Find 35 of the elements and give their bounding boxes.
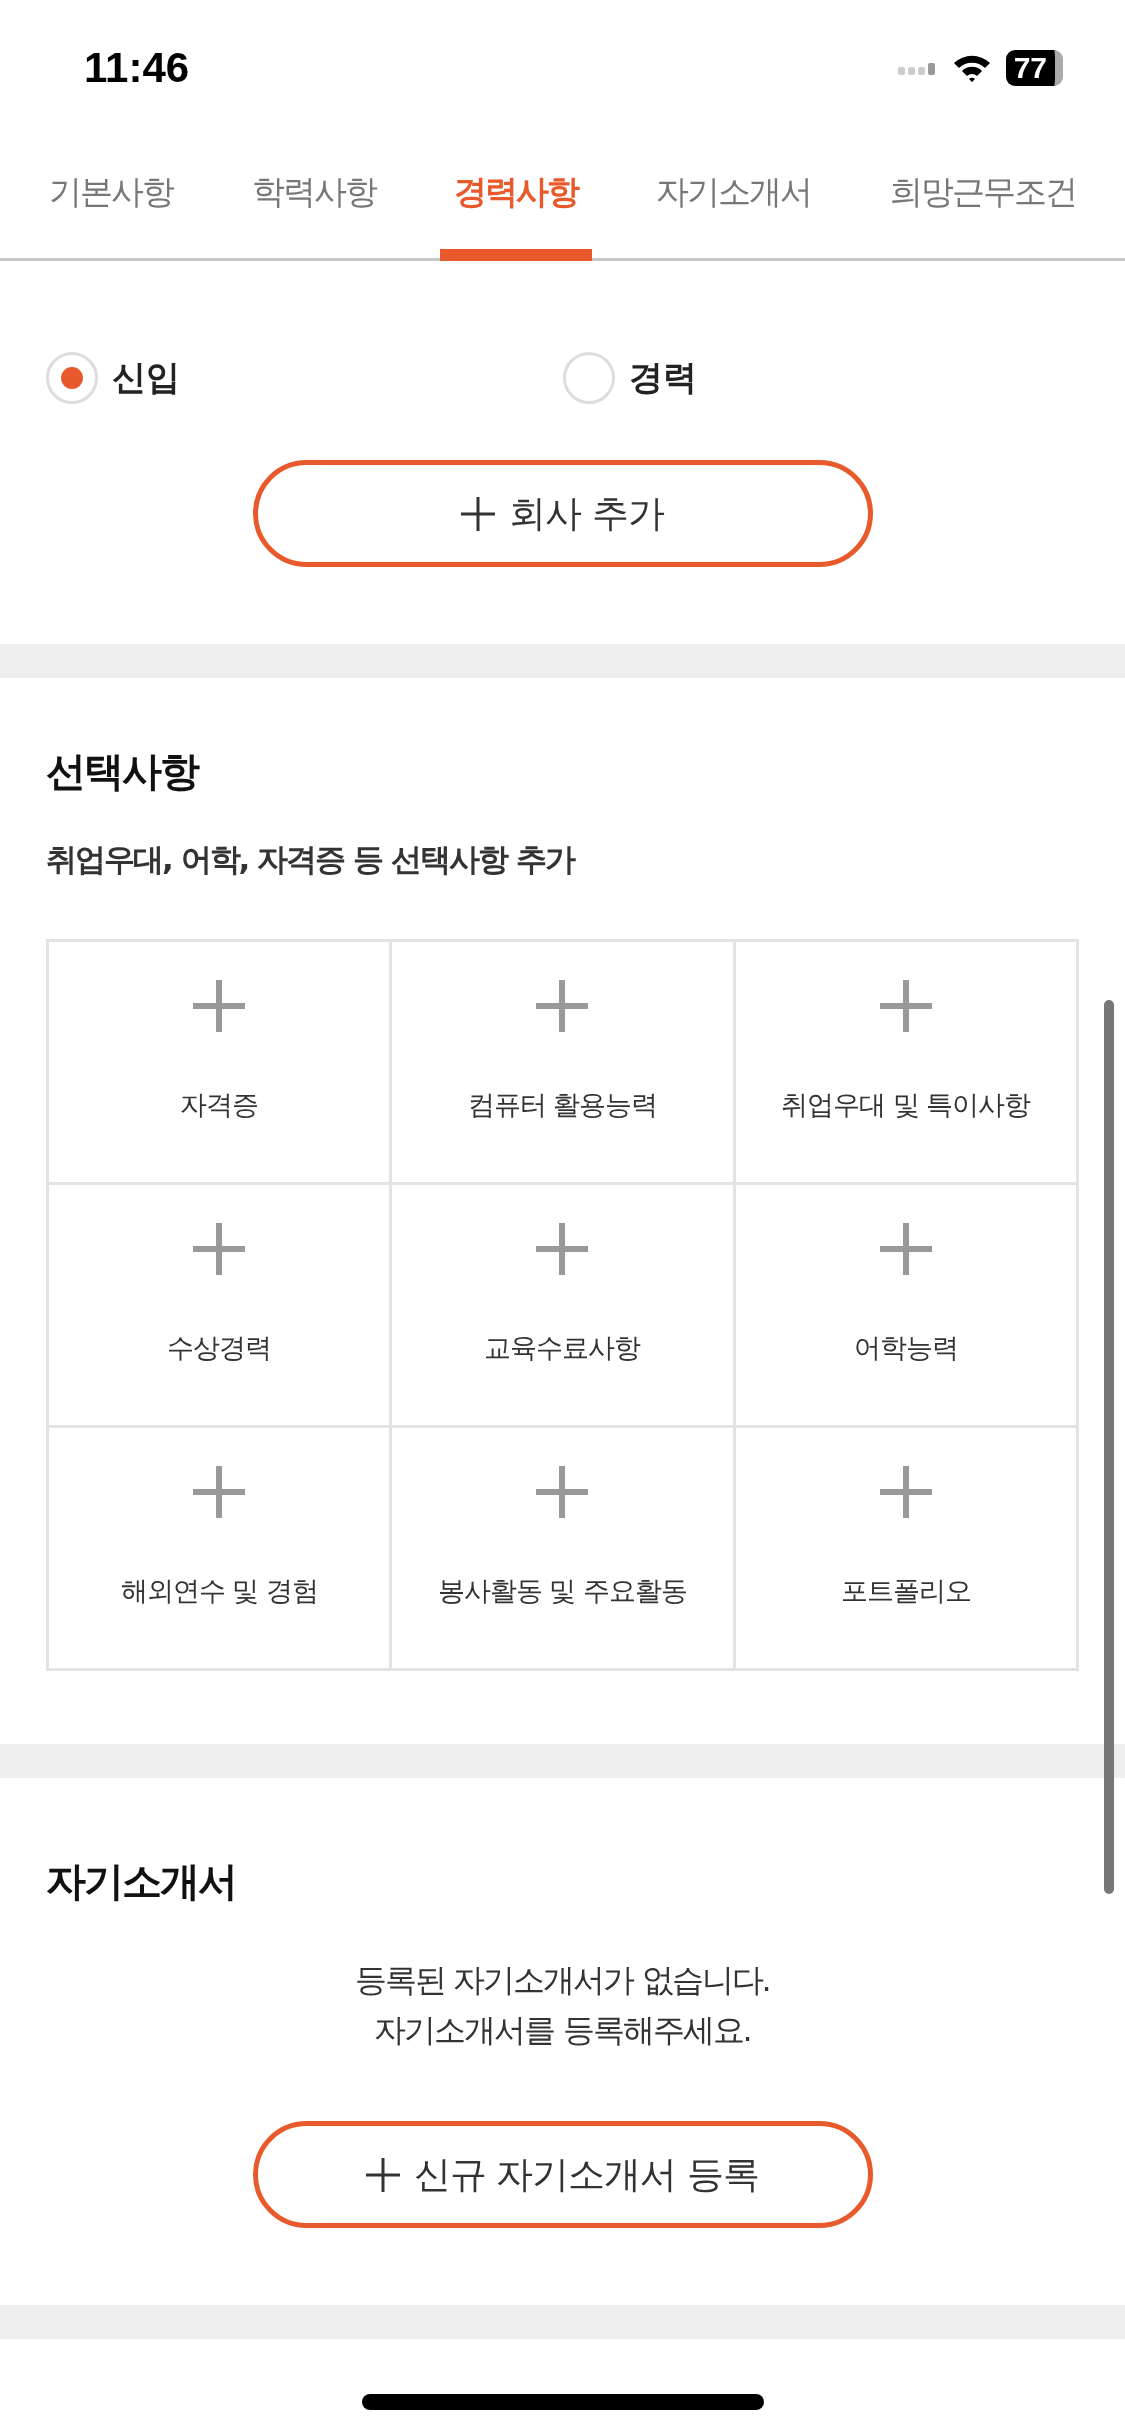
status-time: 11:46 bbox=[84, 43, 190, 92]
add-company-button[interactable]: 회사 추가 bbox=[252, 460, 873, 567]
section-tab[interactable]: 자기소개서 bbox=[642, 135, 826, 261]
section-title: 선택사항 bbox=[46, 747, 200, 796]
section-tab[interactable]: 경력사항 bbox=[439, 135, 592, 261]
plus-icon bbox=[879, 1223, 932, 1275]
add-item-tile[interactable]: 해외연수 및 경험 bbox=[49, 1428, 393, 1671]
radio-option[interactable]: 경력 bbox=[562, 338, 1079, 418]
add-item-tile[interactable]: 포트폴리오 bbox=[735, 1428, 1079, 1671]
plus-icon bbox=[193, 1223, 246, 1275]
add-item-tile[interactable]: 어학능력 bbox=[735, 1185, 1079, 1428]
add-item-tile[interactable]: 봉사활동 및 주요활동 bbox=[392, 1428, 736, 1671]
radio-option[interactable]: 신입 bbox=[46, 338, 563, 418]
battery-icon: 77 bbox=[1005, 49, 1063, 86]
plus-icon bbox=[461, 496, 496, 531]
plus-icon bbox=[536, 1466, 589, 1518]
plus-icon bbox=[536, 980, 589, 1032]
plus-icon bbox=[879, 980, 932, 1032]
section-tab[interactable]: 학력사항 bbox=[237, 135, 390, 261]
plus-icon bbox=[536, 1223, 589, 1275]
plus-icon bbox=[193, 1466, 246, 1518]
section-subtitle: 취업우대, 어학, 자격증 등 선택사항 추가 bbox=[46, 840, 576, 879]
plus-icon bbox=[193, 980, 246, 1032]
add-item-tile[interactable]: 교육수료사항 bbox=[392, 1185, 736, 1428]
add-item-tile[interactable]: 컴퓨터 활용능력 bbox=[392, 942, 736, 1185]
section-tab[interactable]: 희망근무조건 bbox=[875, 135, 1090, 261]
add-item-tile[interactable]: 취업우대 및 특이사항 bbox=[735, 942, 1079, 1185]
add-cover-letter-button[interactable]: 신규 자기소개서 등록 bbox=[252, 2121, 873, 2228]
empty-message: 등록된 자기소개서가 없습니다. 자기소개서를 등록해주세요. bbox=[354, 1960, 771, 2051]
section-title: 자기소개서 bbox=[46, 1857, 237, 1906]
section-tab[interactable]: 기본사항 bbox=[35, 135, 188, 261]
plus-icon bbox=[365, 2157, 400, 2192]
plus-icon bbox=[879, 1466, 932, 1518]
add-item-tile[interactable]: 자격증 bbox=[49, 942, 393, 1185]
add-item-tile[interactable]: 수상경력 bbox=[49, 1185, 393, 1428]
